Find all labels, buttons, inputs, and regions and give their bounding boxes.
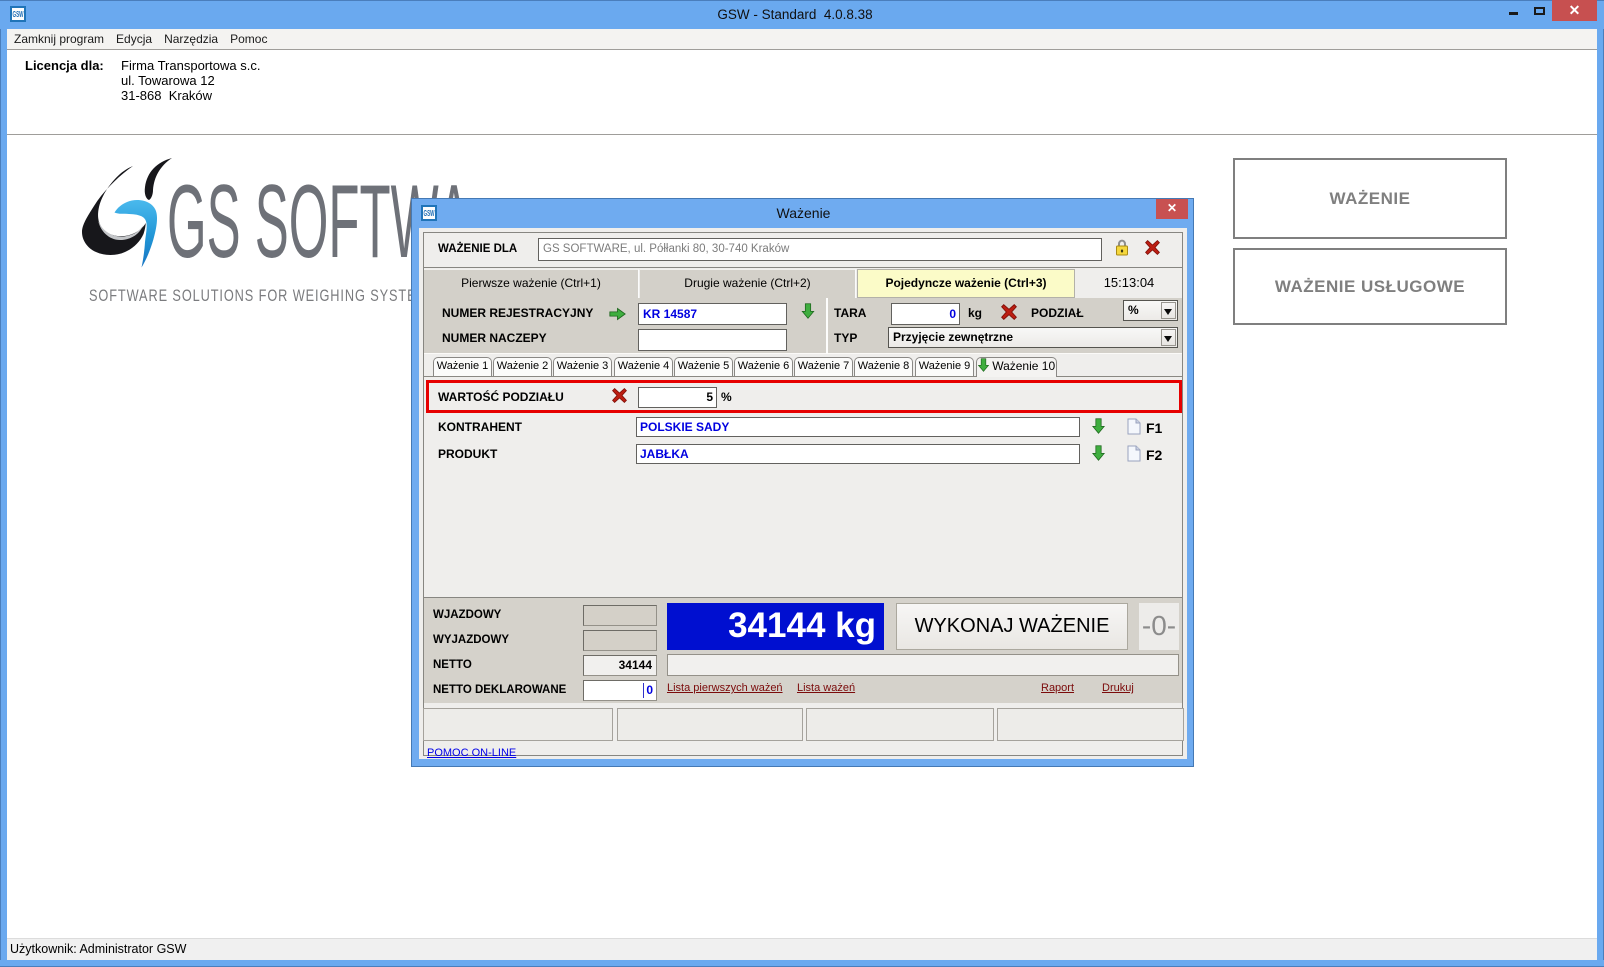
svg-text:GSW: GSW <box>13 10 24 19</box>
svg-text:GSW: GSW <box>424 209 435 218</box>
